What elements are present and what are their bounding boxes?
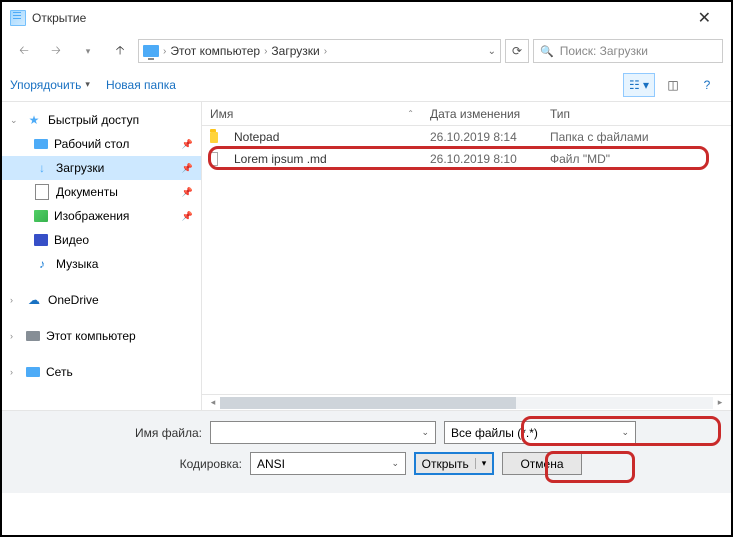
cancel-button[interactable]: Отмена — [502, 452, 582, 475]
scroll-track[interactable] — [220, 397, 713, 409]
new-folder-button[interactable]: Новая папка — [106, 78, 176, 92]
scroll-right-icon[interactable]: ▸ — [713, 397, 727, 408]
file-icon — [210, 152, 218, 166]
view-options-button[interactable]: ☷ ▾ — [623, 73, 655, 97]
chevron-down-icon[interactable]: ⌄ — [391, 458, 399, 469]
search-input[interactable]: 🔍 Поиск: Загрузки — [533, 39, 723, 63]
sort-indicator-icon: ⌃ — [407, 109, 414, 118]
filetype-select[interactable]: Все файлы (*.*) ⌄ — [444, 421, 636, 444]
breadcrumb-pc[interactable]: Этот компьютер — [170, 44, 260, 58]
scroll-left-icon[interactable]: ◂ — [206, 397, 220, 408]
column-date[interactable]: Дата изменения — [422, 107, 542, 121]
cloud-icon: ☁ — [26, 292, 42, 308]
sidebar-music[interactable]: ♪ Музыка — [2, 252, 201, 276]
breadcrumb-dropdown[interactable]: ⌄ — [488, 46, 496, 57]
chevron-right-icon: › — [324, 46, 327, 57]
forward-button: 🡢 — [42, 39, 70, 63]
search-placeholder: Поиск: Загрузки — [560, 44, 648, 58]
split-dropdown-icon[interactable]: ▾ — [475, 458, 487, 469]
chevron-right-icon: › — [264, 46, 267, 57]
notepad-icon — [10, 10, 26, 26]
window-title: Открытие — [32, 11, 686, 25]
search-icon: 🔍 — [540, 45, 554, 58]
sidebar-videos[interactable]: Видео — [2, 228, 201, 252]
chevron-down-icon[interactable]: ⌄ — [421, 427, 429, 438]
file-list: Имя ⌃ Дата изменения Тип Notepad 26.10.2… — [202, 102, 731, 410]
column-type[interactable]: Тип — [542, 107, 713, 121]
recent-dropdown[interactable]: ▾ — [74, 39, 102, 63]
chevron-right-icon: › — [10, 295, 20, 305]
refresh-button[interactable]: ⟳ — [505, 39, 529, 63]
column-name[interactable]: Имя ⌃ — [202, 107, 422, 121]
pin-icon: 📌 — [182, 211, 193, 222]
open-button[interactable]: Открыть ▾ — [414, 452, 494, 475]
organize-menu[interactable]: Упорядочить ▾ — [10, 78, 90, 92]
help-button[interactable]: ? — [691, 73, 723, 97]
encoding-select[interactable]: ANSI ⌄ — [250, 452, 406, 475]
pin-icon: 📌 — [182, 163, 193, 174]
sidebar-documents[interactable]: Документы 📌 — [2, 180, 201, 204]
navbar: 🡠 🡢 ▾ 🡡 › Этот компьютер › Загрузки › ⌄ … — [2, 34, 731, 68]
document-icon — [34, 184, 50, 200]
folder-icon — [210, 132, 218, 143]
filename-input[interactable]: ⌄ — [210, 421, 436, 444]
horizontal-scrollbar[interactable]: ◂ ▸ — [202, 394, 731, 410]
content-area: ⌄ ★ Быстрый доступ Рабочий стол 📌 ↓ Загр… — [2, 102, 731, 410]
encoding-label: Кодировка: — [16, 457, 242, 471]
filename-label: Имя файла: — [16, 426, 202, 440]
up-button[interactable]: 🡡 — [106, 39, 134, 63]
sidebar-quick-access[interactable]: ⌄ ★ Быстрый доступ — [2, 108, 201, 132]
star-icon: ★ — [26, 112, 42, 128]
music-icon: ♪ — [34, 256, 50, 272]
sidebar-onedrive[interactable]: › ☁ OneDrive — [2, 288, 201, 312]
scroll-thumb[interactable] — [220, 397, 516, 409]
chevron-right-icon: › — [163, 46, 166, 57]
breadcrumb-downloads[interactable]: Загрузки — [271, 44, 319, 58]
sidebar-network[interactable]: › Сеть — [2, 360, 201, 384]
back-button[interactable]: 🡠 — [10, 39, 38, 63]
chevron-down-icon: ▾ — [85, 79, 90, 90]
chevron-down-icon: ⌄ — [10, 115, 20, 126]
file-row-folder[interactable]: Notepad 26.10.2019 8:14 Папка с файлами — [202, 126, 731, 148]
desktop-icon — [34, 139, 48, 149]
column-headers: Имя ⌃ Дата изменения Тип — [202, 102, 731, 126]
sidebar-desktop[interactable]: Рабочий стол 📌 — [2, 132, 201, 156]
pc-icon — [143, 45, 159, 57]
dialog-footer: Имя файла: ⌄ Все файлы (*.*) ⌄ Кодировка… — [2, 410, 731, 493]
sidebar: ⌄ ★ Быстрый доступ Рабочий стол 📌 ↓ Загр… — [2, 102, 202, 410]
preview-pane-button[interactable]: ◫ — [657, 73, 689, 97]
pin-icon: 📌 — [182, 139, 193, 150]
toolbar: Упорядочить ▾ Новая папка ☷ ▾ ◫ ? — [2, 68, 731, 102]
chevron-down-icon[interactable]: ⌄ — [621, 427, 629, 438]
pc-icon — [26, 331, 40, 341]
network-icon — [26, 367, 40, 377]
pin-icon: 📌 — [182, 187, 193, 198]
close-button[interactable]: ✕ — [686, 4, 723, 32]
sidebar-this-pc[interactable]: › Этот компьютер — [2, 324, 201, 348]
pictures-icon — [34, 210, 48, 222]
videos-icon — [34, 234, 48, 246]
download-icon: ↓ — [34, 160, 50, 176]
chevron-right-icon: › — [10, 331, 20, 341]
chevron-right-icon: › — [10, 367, 20, 377]
titlebar: Открытие ✕ — [2, 2, 731, 34]
breadcrumb[interactable]: › Этот компьютер › Загрузки › ⌄ — [138, 39, 501, 63]
sidebar-downloads[interactable]: ↓ Загрузки 📌 — [2, 156, 201, 180]
file-row-file[interactable]: Lorem ipsum .md 26.10.2019 8:10 Файл "MD… — [202, 148, 731, 170]
sidebar-pictures[interactable]: Изображения 📌 — [2, 204, 201, 228]
